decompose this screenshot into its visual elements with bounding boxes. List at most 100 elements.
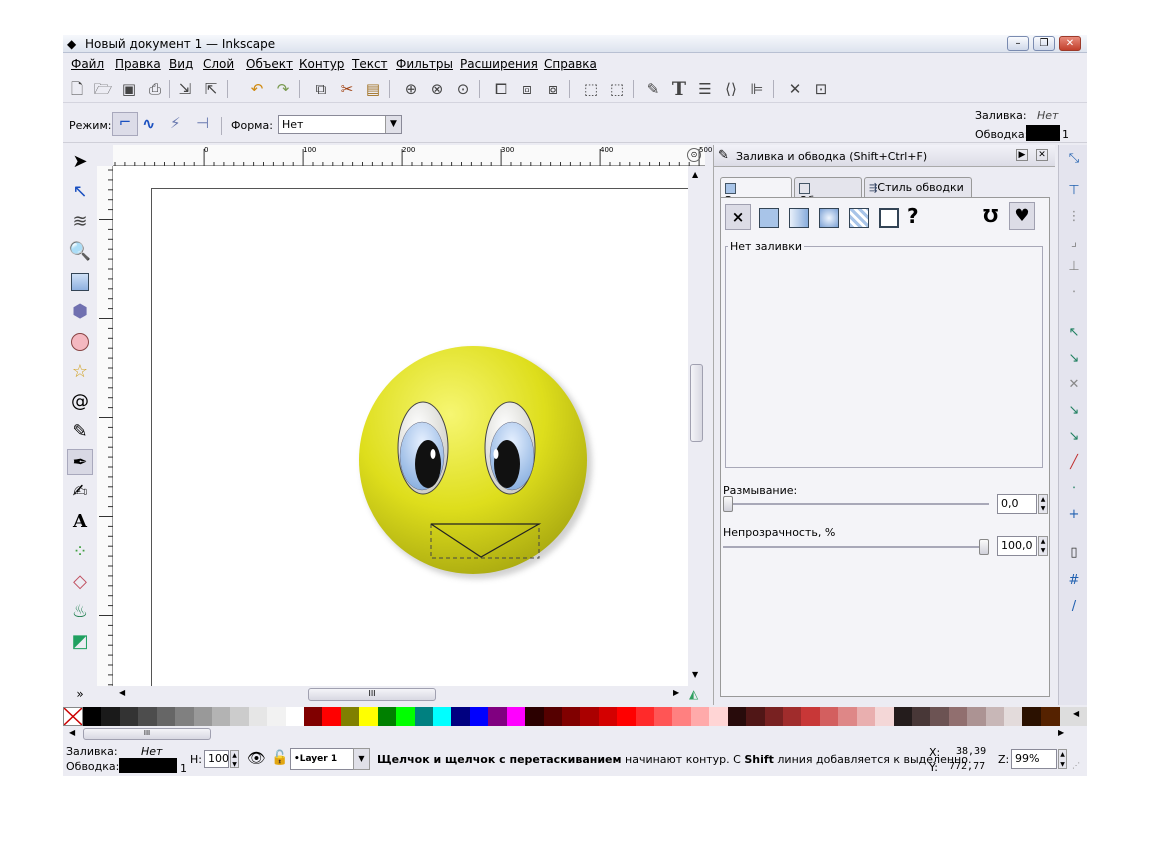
print-icon[interactable]: ⎙ [145, 79, 165, 99]
opacity-slider-thumb[interactable] [979, 539, 989, 555]
preferences-icon[interactable]: ✕ [785, 79, 805, 99]
color-swatch[interactable] [156, 707, 176, 726]
duplicate-icon[interactable]: ⧠ [491, 79, 511, 99]
tab-stroke-paint[interactable]: Обводка [794, 177, 862, 207]
color-swatch[interactable] [764, 707, 784, 726]
color-swatch[interactable] [746, 707, 766, 726]
color-swatch[interactable] [1022, 707, 1042, 726]
left-eye[interactable] [397, 401, 449, 495]
xml-editor-icon[interactable]: ⟨⟩ [721, 79, 741, 99]
opacity-h-input[interactable]: 100 [204, 750, 229, 768]
color-swatch[interactable] [469, 707, 489, 726]
undo-icon[interactable]: ↶ [247, 79, 267, 99]
no-color-swatch[interactable] [63, 707, 83, 726]
palette-scroll-left-icon[interactable]: ◀ [69, 728, 75, 737]
color-swatch[interactable] [856, 707, 876, 726]
new-icon[interactable]: 🗋 [67, 79, 87, 99]
linear-gradient-button[interactable] [789, 208, 809, 228]
layers-icon[interactable]: ☰ [695, 79, 715, 99]
snap-midpoint-icon[interactable]: ╱ [1063, 455, 1085, 475]
snap-path-icon[interactable]: ↘ [1063, 351, 1085, 371]
snap-intersection-icon[interactable]: ✕ [1063, 377, 1085, 397]
snap-nodes-icon[interactable]: ↖ [1063, 325, 1085, 345]
eye-icon[interactable]: 👁 [247, 749, 266, 767]
zoom-drawing-icon[interactable]: ⊗ [427, 79, 447, 99]
color-swatch[interactable] [1040, 707, 1060, 726]
color-swatch[interactable] [580, 707, 600, 726]
paraxial-mode-icon[interactable]: ⊣ [196, 114, 209, 132]
snap-guide-icon[interactable]: / [1063, 599, 1085, 619]
zoom-input[interactable]: 99% [1011, 749, 1057, 769]
gradient-tool-icon[interactable]: ◩ [67, 629, 93, 655]
fill-stroke-icon[interactable]: ✎ [643, 79, 663, 99]
menu-extensions[interactable]: Расширения [460, 57, 538, 71]
color-swatch[interactable] [101, 707, 121, 726]
color-swatch[interactable] [175, 707, 195, 726]
menu-object[interactable]: Объект [246, 57, 293, 71]
spray-tool-icon[interactable]: ⁘ [67, 539, 93, 565]
more-tools-icon[interactable]: » [67, 681, 93, 707]
copy-icon[interactable]: ⧉ [311, 79, 331, 99]
spiral-tool-icon[interactable]: @ [67, 389, 93, 415]
color-swatch[interactable] [451, 707, 471, 726]
color-swatch[interactable] [801, 707, 821, 726]
menu-path[interactable]: Контур [299, 57, 344, 71]
smiley-drawing[interactable] [113, 166, 688, 686]
selector-tool-icon[interactable]: ➤ [67, 149, 93, 175]
blur-slider-thumb[interactable] [723, 496, 733, 512]
color-swatch[interactable] [930, 707, 950, 726]
redo-icon[interactable]: ↷ [273, 79, 293, 99]
snap-bbox-corner-icon[interactable]: ⌟ [1063, 235, 1085, 255]
maximize-button[interactable]: ❐ [1033, 36, 1055, 51]
minimize-button[interactable]: – [1007, 36, 1029, 51]
color-swatch[interactable] [635, 707, 655, 726]
hscroll-thumb[interactable]: III [308, 688, 436, 701]
rectangle-tool-icon[interactable] [67, 269, 93, 295]
tab-stroke-style[interactable]: ⇶Стиль обводки [864, 177, 972, 197]
clone-icon[interactable]: ⧈ [517, 79, 537, 99]
spiro-mode-icon[interactable]: ∿ [142, 114, 155, 133]
color-swatch[interactable] [598, 707, 618, 726]
panel-collapse-icon[interactable]: ▶ [1016, 149, 1028, 161]
color-swatch[interactable] [672, 707, 692, 726]
palette-scroll-right-icon[interactable]: ▶ [1058, 728, 1064, 737]
export-icon[interactable]: ⇱ [201, 79, 221, 99]
color-swatch[interactable] [727, 707, 747, 726]
tweak-tool-icon[interactable]: ≋ [67, 209, 93, 235]
opacity-slider[interactable] [723, 539, 989, 555]
scroll-down-icon[interactable]: ▼ [692, 670, 698, 679]
pencil-tool-icon[interactable]: ✎ [67, 419, 93, 445]
opacity-h-spinner[interactable]: ▲ ▼ [230, 750, 239, 768]
vertical-scrollbar[interactable]: ▲ ▼ [688, 166, 705, 686]
group-icon[interactable]: ⬚ [581, 79, 601, 99]
color-swatch[interactable] [138, 707, 158, 726]
ellipse-tool-icon[interactable] [67, 329, 93, 355]
menu-help[interactable]: Справка [544, 57, 597, 71]
menu-filters[interactable]: Фильтры [396, 57, 453, 71]
calligraphy-tool-icon[interactable]: ✍ [67, 479, 93, 505]
ungroup-icon[interactable]: ⬚ [607, 79, 627, 99]
star-tool-icon[interactable]: ☆ [67, 359, 93, 385]
panel-close-icon[interactable]: ✕ [1036, 149, 1048, 161]
open-icon[interactable]: 🗁 [93, 79, 113, 99]
color-swatch[interactable] [948, 707, 968, 726]
color-swatch[interactable] [1004, 707, 1024, 726]
no-paint-button[interactable]: × [725, 204, 751, 230]
menu-text[interactable]: Текст [352, 57, 388, 71]
snap-toggle-icon[interactable]: ⤡ [1063, 151, 1085, 171]
color-swatch[interactable] [819, 707, 839, 726]
color-swatch[interactable] [83, 707, 102, 726]
blur-spinner[interactable]: ▲ ▼ [1038, 494, 1048, 514]
fill-rule-evenodd-icon[interactable]: Ʊ [983, 206, 998, 227]
snap-smooth-icon[interactable]: ↘ [1063, 429, 1085, 449]
color-manage-icon[interactable]: ◭ [689, 687, 698, 701]
color-swatch[interactable] [267, 707, 287, 726]
menu-edit[interactable]: Правка [115, 57, 161, 71]
right-eye[interactable] [484, 401, 536, 495]
color-swatch[interactable] [193, 707, 213, 726]
horizontal-scrollbar[interactable]: ◀ III ▶ ◭ [113, 686, 705, 703]
text-tool-icon[interactable]: A [67, 509, 93, 535]
snap-bbox-center-icon[interactable]: ⋅ [1063, 285, 1085, 305]
color-swatch[interactable] [285, 707, 305, 726]
fill-rule-nonzero-icon[interactable]: ♥ [1009, 202, 1035, 230]
